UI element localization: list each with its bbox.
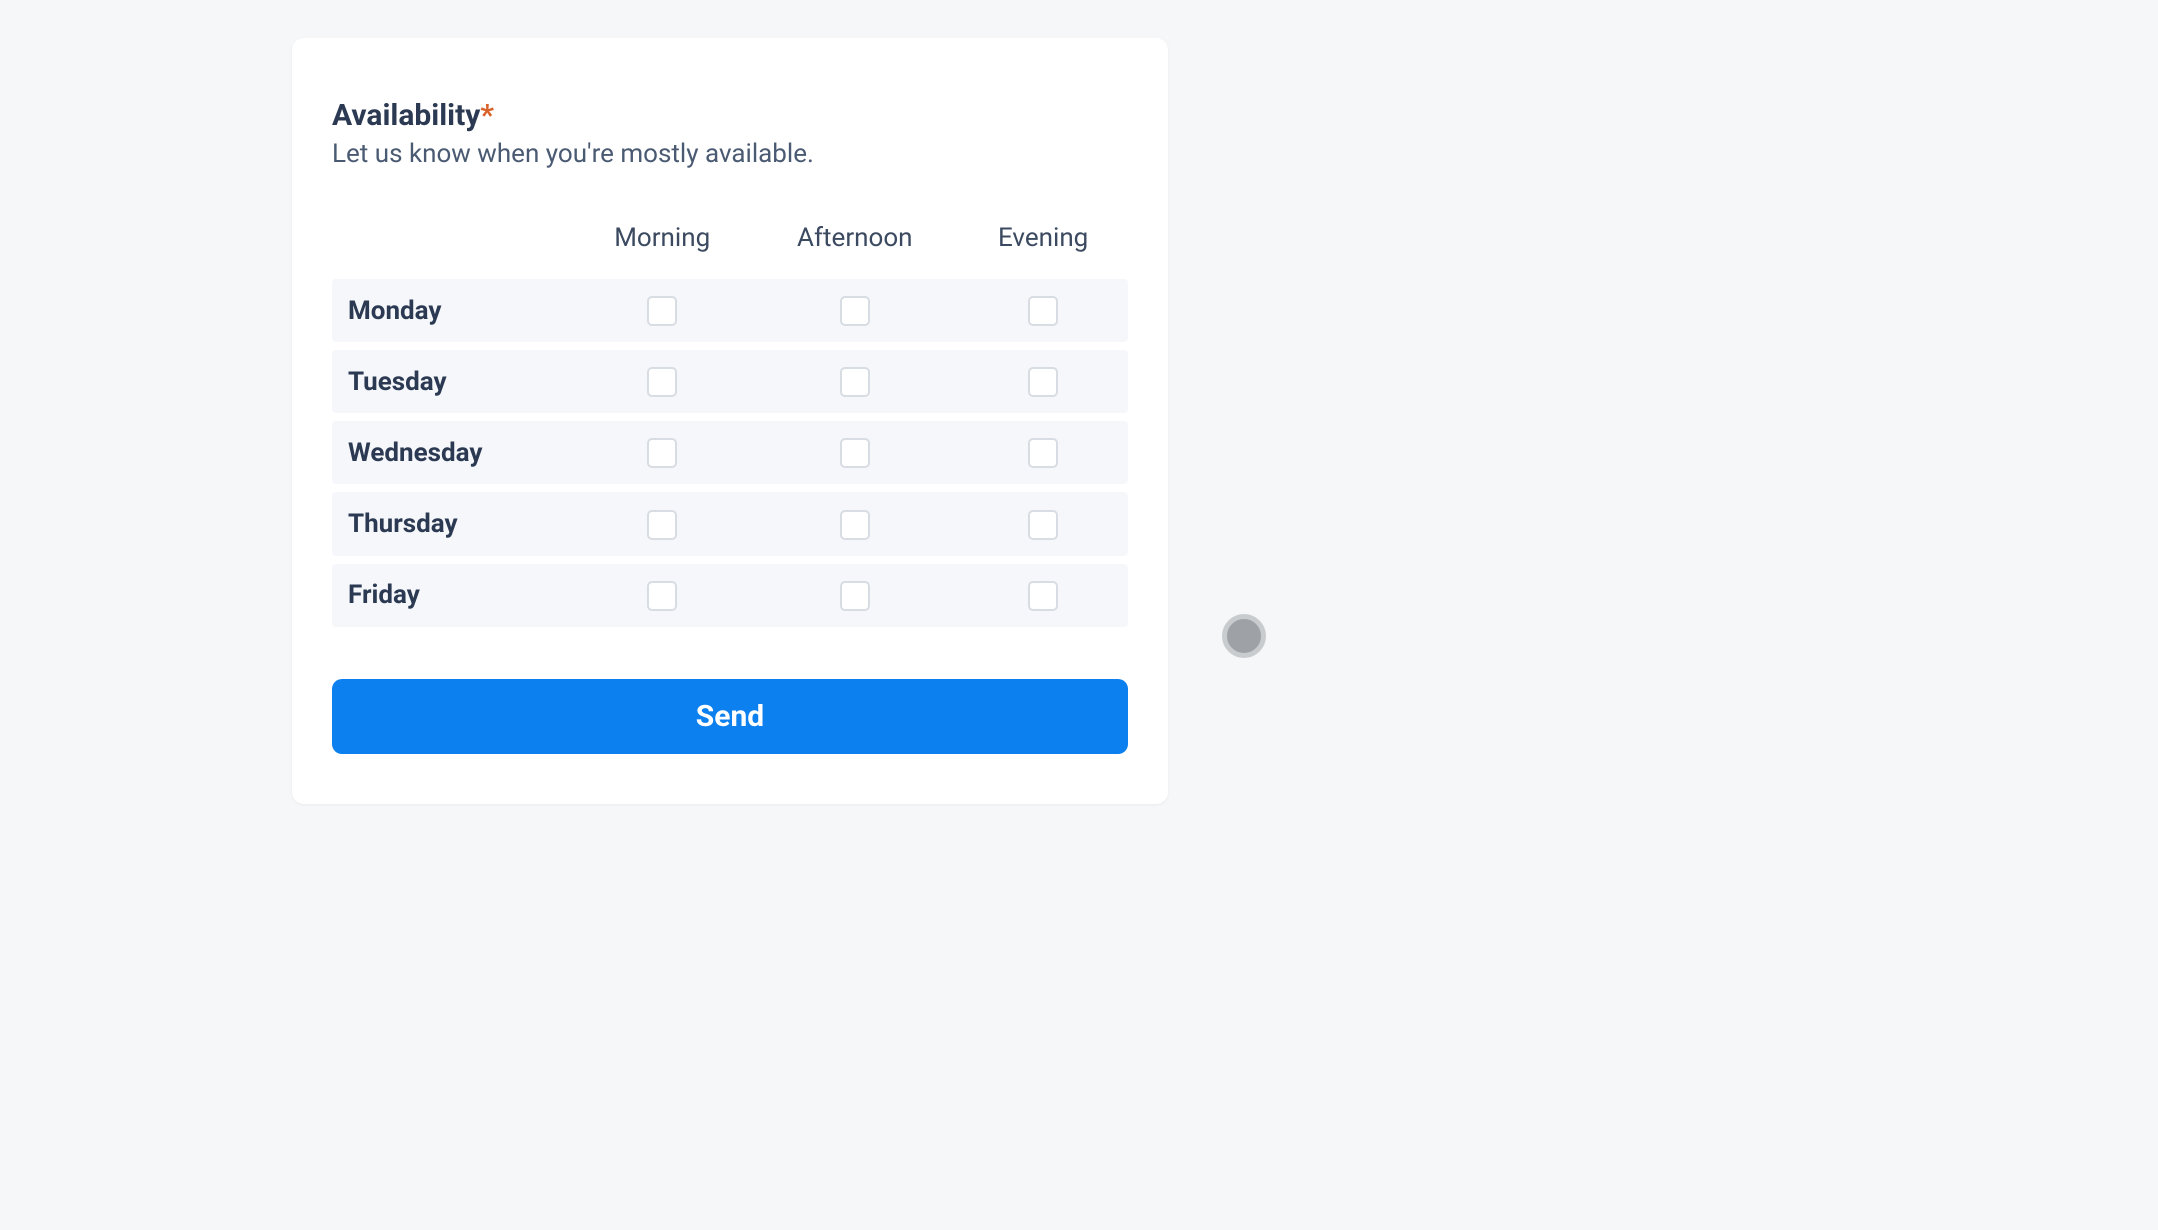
table-row: Wednesday [332, 421, 1128, 484]
header-spacer [332, 215, 573, 271]
checkbox-thursday-afternoon[interactable] [840, 510, 870, 540]
required-marker: * [480, 98, 494, 133]
header-morning: Morning [573, 215, 751, 271]
availability-card: Availability* Let us know when you're mo… [292, 38, 1168, 804]
checkbox-thursday-morning[interactable] [647, 510, 677, 540]
table-row: Friday [332, 564, 1128, 627]
checkbox-tuesday-morning[interactable] [647, 367, 677, 397]
availability-table: Morning Afternoon Evening Monday Tuesday… [332, 207, 1128, 635]
row-label-friday: Friday [332, 564, 573, 627]
checkbox-wednesday-afternoon[interactable] [840, 438, 870, 468]
row-label-thursday: Thursday [332, 492, 573, 555]
row-label-monday: Monday [332, 279, 573, 342]
checkbox-wednesday-evening[interactable] [1028, 438, 1058, 468]
checkbox-wednesday-morning[interactable] [647, 438, 677, 468]
form-subtitle: Let us know when you're mostly available… [332, 139, 1128, 169]
form-title: Availability* [332, 98, 1128, 133]
checkbox-tuesday-afternoon[interactable] [840, 367, 870, 397]
table-row: Thursday [332, 492, 1128, 555]
row-label-wednesday: Wednesday [332, 421, 573, 484]
checkbox-monday-morning[interactable] [647, 296, 677, 326]
title-text: Availability [332, 98, 480, 133]
table-header-row: Morning Afternoon Evening [332, 215, 1128, 271]
checkbox-monday-afternoon[interactable] [840, 296, 870, 326]
checkbox-friday-morning[interactable] [647, 581, 677, 611]
table-row: Tuesday [332, 350, 1128, 413]
checkbox-friday-afternoon[interactable] [840, 581, 870, 611]
checkbox-monday-evening[interactable] [1028, 296, 1058, 326]
checkbox-tuesday-evening[interactable] [1028, 367, 1058, 397]
header-evening: Evening [958, 215, 1128, 271]
checkbox-friday-evening[interactable] [1028, 581, 1058, 611]
row-label-tuesday: Tuesday [332, 350, 573, 413]
floating-action-dot[interactable] [1222, 614, 1266, 658]
header-afternoon: Afternoon [751, 215, 958, 271]
table-row: Monday [332, 279, 1128, 342]
checkbox-thursday-evening[interactable] [1028, 510, 1058, 540]
send-button[interactable]: Send [332, 679, 1128, 754]
